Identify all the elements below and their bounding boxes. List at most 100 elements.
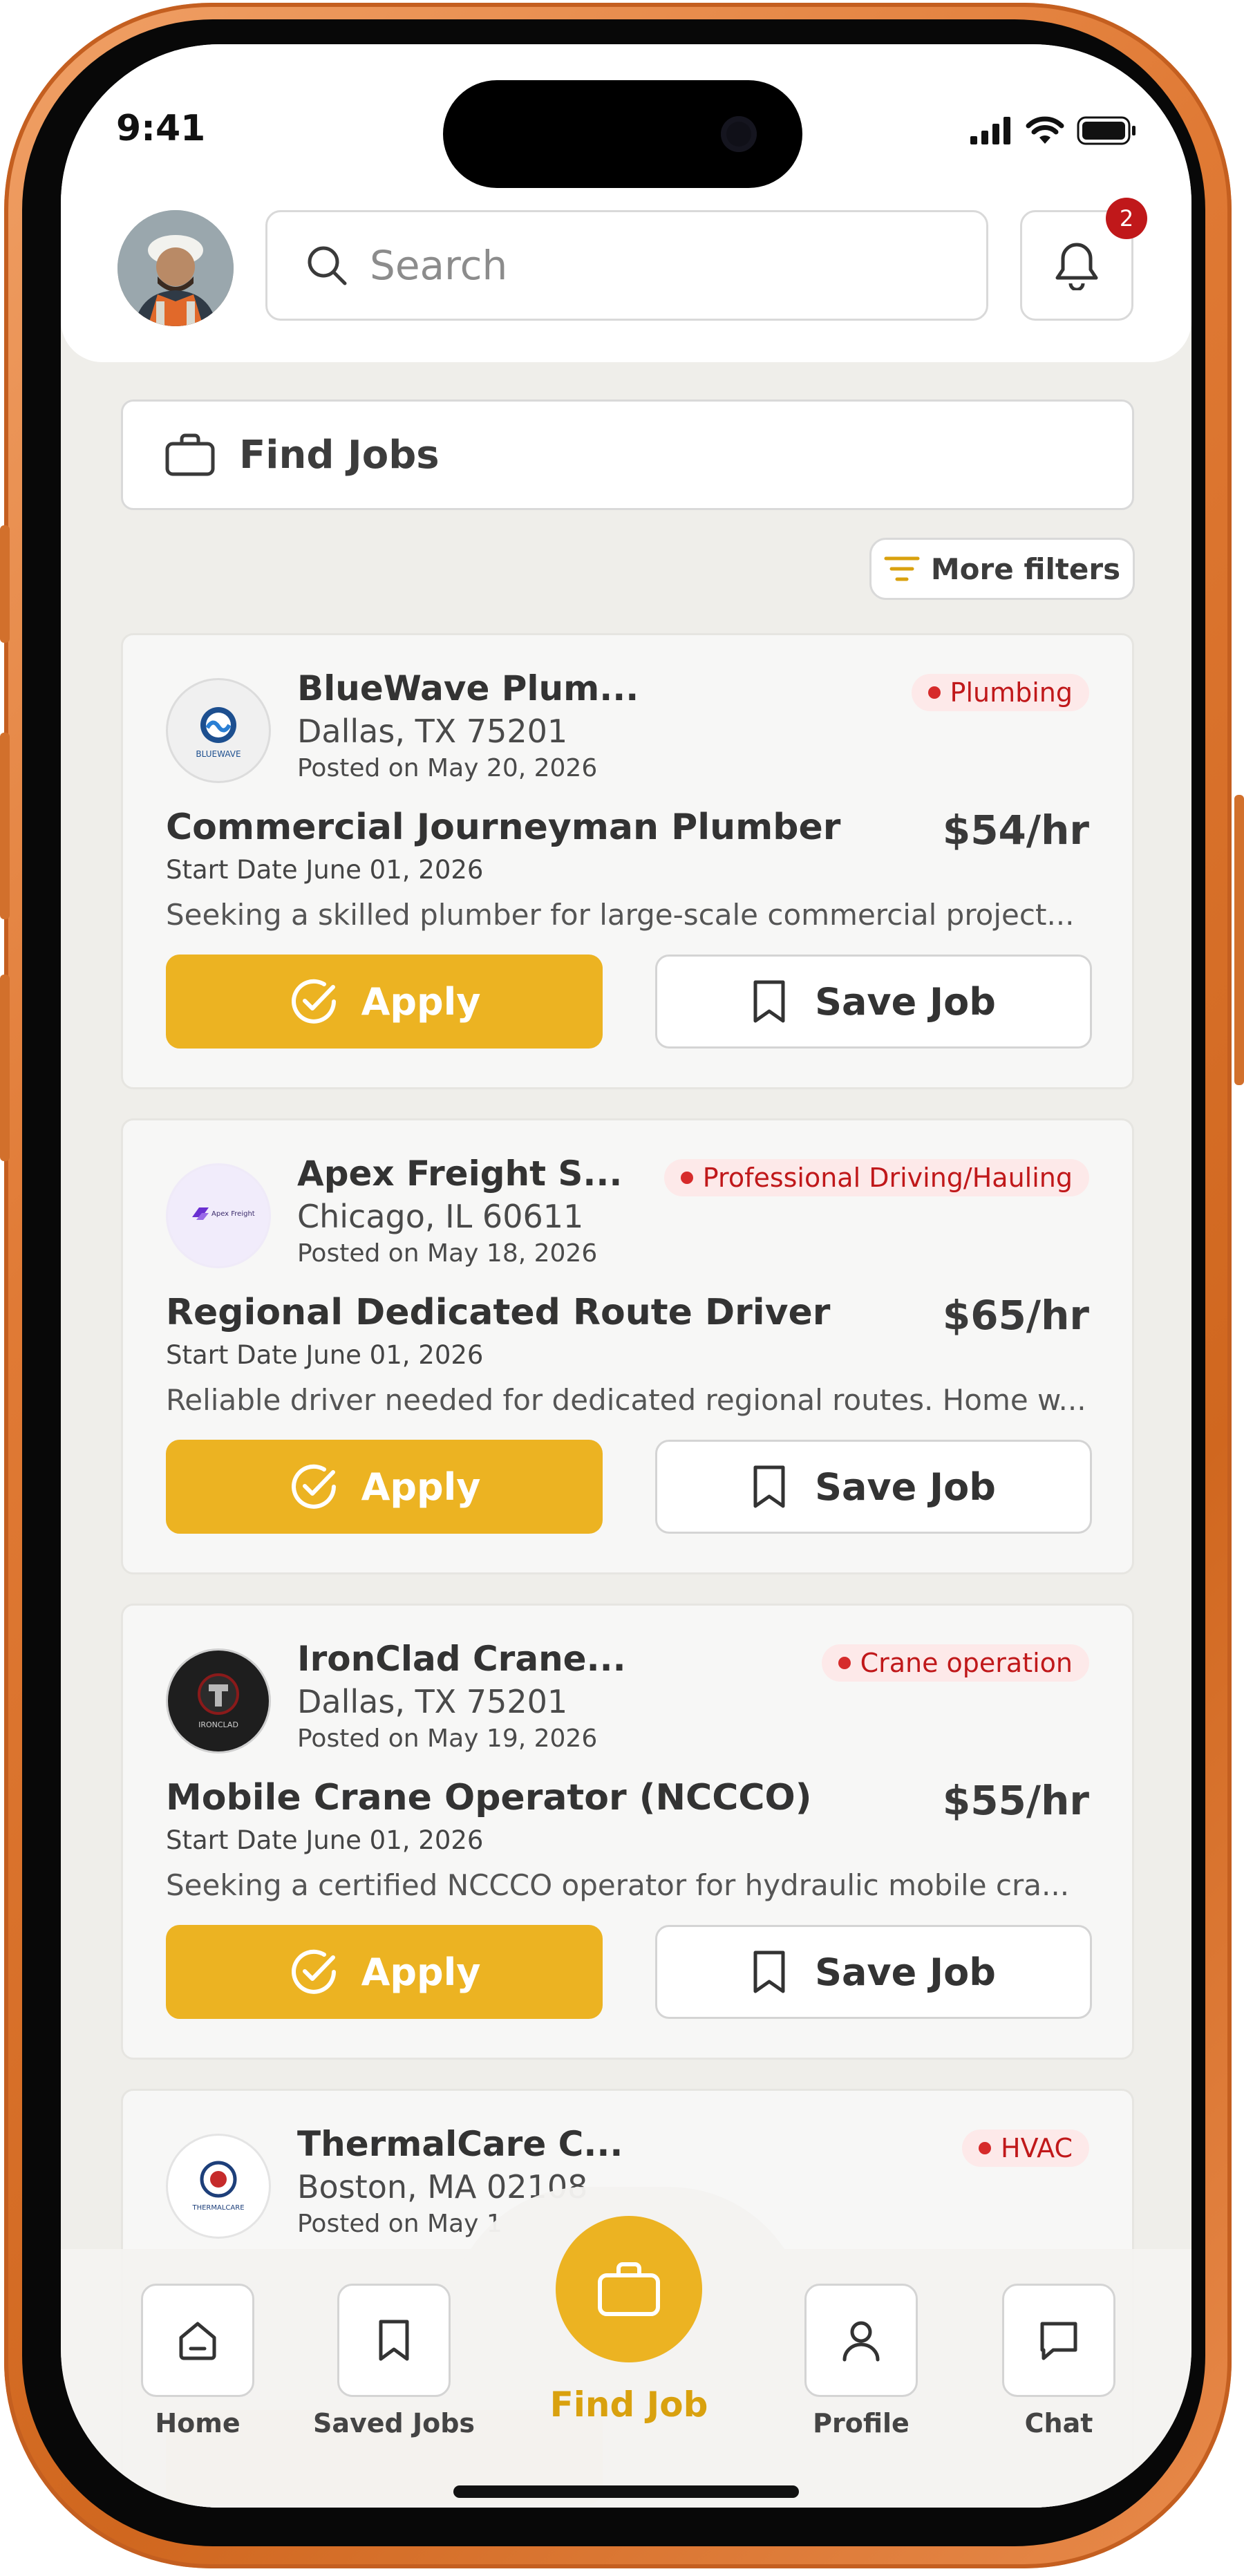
company-name: BlueWave Plum... — [297, 668, 639, 708]
bell-icon — [1055, 243, 1098, 290]
bookmark-icon — [379, 2320, 409, 2361]
job-card[interactable]: BLUEWAVE BlueWave Plum... Dallas, TX 752… — [121, 633, 1134, 1089]
search-input[interactable]: Search — [265, 210, 988, 321]
posted-date: Posted on May 18, 2026 — [297, 1239, 598, 1268]
nav-chat-label: Chat — [1024, 2408, 1093, 2438]
posted-date: Posted on May 1 — [297, 2210, 502, 2238]
nav-saved-jobs-button[interactable] — [337, 2284, 451, 2397]
company-name: Apex Freight S... — [297, 1154, 623, 1194]
apply-label: Apply — [361, 1465, 481, 1509]
save-job-label: Save Job — [815, 1950, 996, 1994]
status-time: 9:41 — [116, 108, 206, 149]
pay-rate: $55/hr — [942, 1777, 1089, 1824]
power-button — [1234, 795, 1244, 1085]
job-title: Mobile Crane Operator (NCCCO) — [166, 1777, 812, 1818]
start-date: Start Date June 01, 2026 — [166, 855, 484, 885]
wifi-icon — [1026, 116, 1064, 144]
start-date: Start Date June 01, 2026 — [166, 1825, 484, 1855]
avatar[interactable] — [117, 210, 234, 326]
company-logo: IRONCLAD — [166, 1648, 271, 1754]
company-logo: BLUEWAVE — [166, 678, 271, 783]
save-job-label: Save Job — [815, 979, 996, 1024]
posted-date: Posted on May 20, 2026 — [297, 754, 598, 782]
nav-profile-label: Profile — [813, 2408, 910, 2438]
camera-icon — [721, 116, 757, 152]
company-logo: THERMALCARE — [166, 2134, 271, 2239]
job-location: Chicago, IL 60611 — [297, 1198, 584, 1235]
nav-profile-button[interactable] — [804, 2284, 918, 2397]
check-circle-icon — [291, 1949, 336, 1994]
user-icon — [842, 2321, 880, 2362]
find-jobs-header: Find Jobs — [121, 399, 1134, 510]
notification-badge: 2 — [1106, 198, 1147, 239]
logo-text: BLUEWAVE — [196, 749, 241, 759]
check-circle-icon — [291, 979, 336, 1024]
action-button — [0, 525, 10, 643]
category-tag: Plumbing — [911, 674, 1089, 711]
bookmark-icon — [753, 980, 785, 1023]
search-placeholder: Search — [370, 242, 508, 289]
logo-text: IRONCLAD — [198, 1720, 238, 1729]
filter-icon — [884, 556, 920, 581]
home-indicator — [453, 2485, 799, 2498]
nav-chat-button[interactable] — [1002, 2284, 1115, 2397]
more-filters-button[interactable]: More filters — [869, 538, 1135, 600]
start-date: Start Date June 01, 2026 — [166, 1340, 484, 1370]
briefcase-icon — [165, 433, 215, 476]
nav-find-job-label: Find Job — [549, 2385, 708, 2425]
bluewave-logo-icon: BLUEWAVE — [196, 707, 241, 759]
check-circle-icon — [291, 1464, 336, 1509]
company-name: ThermalCare C... — [297, 2124, 623, 2164]
job-title: Regional Dedicated Route Driver — [166, 1292, 831, 1333]
apply-button[interactable]: Apply — [166, 1440, 603, 1534]
job-location: Dallas, TX 75201 — [297, 1683, 568, 1720]
logo-text: THERMALCARE — [191, 2204, 244, 2212]
job-description: Reliable driver needed for dedicated reg… — [166, 1383, 1086, 1417]
avatar-image — [117, 210, 234, 326]
logo-text: Apex Freight — [211, 1210, 255, 1218]
job-location: Dallas, TX 75201 — [297, 713, 568, 750]
category-tag: HVAC — [962, 2130, 1089, 2167]
thermalcare-logo-icon: THERMALCARE — [191, 2161, 245, 2212]
chat-icon — [1040, 2322, 1077, 2360]
category-tag: Professional Driving/Hauling — [663, 1159, 1089, 1196]
search-icon — [308, 246, 347, 285]
save-job-label: Save Job — [815, 1465, 996, 1509]
nav-find-job-button[interactable] — [556, 2216, 702, 2362]
pay-rate: $54/hr — [942, 807, 1089, 854]
pay-rate: $65/hr — [942, 1292, 1089, 1339]
battery-icon — [1077, 116, 1135, 145]
volume-up-button — [0, 733, 10, 919]
signal-icon — [970, 117, 1010, 144]
bookmark-icon — [753, 1950, 785, 1993]
job-card[interactable]: IRONCLAD IronClad Crane... Dallas, TX 75… — [121, 1604, 1134, 2060]
apply-button[interactable]: Apply — [166, 1925, 603, 2019]
job-title: Commercial Journeyman Plumber — [166, 807, 841, 848]
more-filters-label: More filters — [930, 552, 1121, 586]
apex-logo-icon: Apex Freight — [192, 1207, 255, 1220]
apply-label: Apply — [361, 979, 481, 1024]
posted-date: Posted on May 19, 2026 — [297, 1724, 598, 1753]
save-job-button[interactable]: Save Job — [655, 1925, 1092, 2019]
nav-home-button[interactable] — [141, 2284, 254, 2397]
category-tag: Crane operation — [821, 1644, 1089, 1682]
job-description: Seeking a certified NCCCO operator for h… — [166, 1868, 1070, 1902]
job-card[interactable]: Apex Freight Apex Freight S... Chicago, … — [121, 1118, 1134, 1574]
save-job-button[interactable]: Save Job — [655, 955, 1092, 1049]
save-job-button[interactable]: Save Job — [655, 1440, 1092, 1534]
home-icon — [179, 2322, 216, 2360]
job-description: Seeking a skilled plumber for large-scal… — [166, 898, 1075, 932]
status-icons — [970, 116, 1136, 145]
briefcase-icon — [598, 2262, 660, 2316]
nav-saved-jobs-label: Saved Jobs — [312, 2408, 475, 2438]
apply-label: Apply — [361, 1950, 481, 1994]
ironclad-logo-icon: IRONCLAD — [198, 1673, 239, 1729]
company-logo: Apex Freight — [166, 1163, 271, 1268]
apply-button[interactable]: Apply — [166, 955, 603, 1049]
page-title: Find Jobs — [239, 432, 440, 478]
screen: 9:41 Search 2 Find Jobs More filters BLU… — [61, 44, 1191, 2508]
volume-down-button — [0, 975, 10, 1161]
bookmark-icon — [753, 1465, 785, 1508]
dynamic-island — [443, 80, 802, 188]
nav-home-label: Home — [155, 2408, 241, 2438]
